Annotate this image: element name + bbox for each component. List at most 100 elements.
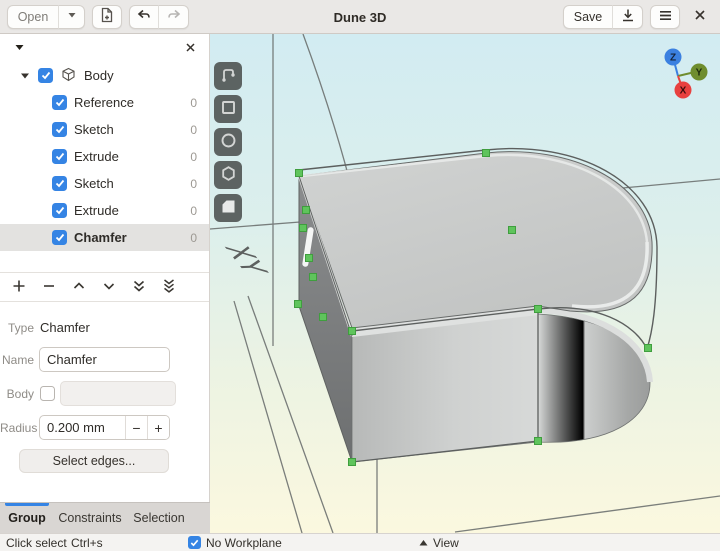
radius-decrement-button[interactable]: − [125, 416, 147, 439]
move-down-button[interactable] [94, 275, 124, 299]
vertex-handle[interactable] [349, 459, 356, 466]
vertex-handle[interactable] [320, 314, 327, 321]
visibility-checkbox[interactable] [52, 122, 67, 137]
circle-icon [219, 131, 238, 153]
workplane-label-xy[interactable]: XY [217, 242, 274, 278]
open-dropdown-button[interactable] [59, 5, 85, 29]
close-window-button[interactable] [687, 5, 713, 29]
vertex-handle[interactable] [349, 328, 356, 335]
view-menu-button[interactable]: View [419, 534, 459, 551]
visibility-checkbox[interactable] [52, 95, 67, 110]
expander-caret-icon[interactable] [20, 71, 30, 81]
tree-item-label: Chamfer [74, 230, 127, 245]
new-document-button[interactable] [92, 5, 122, 29]
bottom-tabbar: Group Constraints Selection [0, 502, 210, 533]
3d-viewport[interactable]: XY [210, 34, 720, 533]
orientation-gizmo[interactable]: Z Y X [665, 49, 708, 99]
undo-button[interactable] [129, 5, 159, 29]
tree-item-label: Sketch [74, 122, 114, 137]
tree-item-label: Reference [74, 95, 134, 110]
visibility-checkbox[interactable] [52, 149, 67, 164]
vertex-handle[interactable] [645, 345, 652, 352]
tree-row-reference[interactable]: Reference 0 [0, 89, 209, 116]
workspace-browser-panel: Body Reference 0 Sketch 0 Extrude 0 [0, 34, 210, 502]
visibility-checkbox[interactable] [38, 68, 53, 83]
open-button[interactable]: Open [7, 5, 59, 29]
workplane-checkbox[interactable] [188, 536, 201, 549]
tree-row-extrude[interactable]: Extrude 0 [0, 197, 209, 224]
draw-polygon-tool[interactable] [214, 161, 242, 189]
save-button[interactable]: Save [563, 5, 613, 29]
browser-header-row [0, 34, 209, 62]
draw-circle-tool[interactable] [214, 128, 242, 156]
move-up-button[interactable] [64, 275, 94, 299]
tab-selection[interactable]: Selection [126, 503, 192, 533]
chamfer-square-icon [219, 197, 238, 219]
axis-x-label: X [680, 86, 687, 97]
move-to-end-button[interactable] [124, 275, 154, 299]
vertex-handle[interactable] [300, 225, 307, 232]
draw-contour-tool[interactable] [214, 62, 242, 90]
selection-hint: Click select [6, 534, 67, 551]
chevron-down-icon [66, 9, 78, 24]
vertex-handle[interactable] [306, 255, 313, 262]
tree-row-sketch[interactable]: Sketch 0 [0, 170, 209, 197]
triple-chevron-down-icon [161, 278, 177, 297]
vertex-handle[interactable] [303, 207, 310, 214]
tree-item-label: Extrude [74, 149, 119, 164]
browser-collapse-button[interactable] [10, 36, 28, 60]
move-to-last-button[interactable] [154, 275, 184, 299]
radius-increment-button[interactable]: + [147, 416, 169, 439]
name-input[interactable] [39, 347, 170, 372]
visibility-checkbox[interactable] [52, 176, 67, 191]
chamfer-tool[interactable] [214, 194, 242, 222]
sketch-line[interactable] [210, 222, 300, 229]
draw-rectangle-tool[interactable] [214, 95, 242, 123]
add-group-button[interactable] [4, 275, 34, 299]
tree-item-count: 0 [190, 96, 197, 110]
vertex-handle[interactable] [509, 227, 516, 234]
tab-constraints[interactable]: Constraints [54, 503, 126, 533]
vertex-handle[interactable] [535, 306, 542, 313]
vertex-handle[interactable] [296, 170, 303, 177]
visibility-checkbox[interactable] [52, 203, 67, 218]
tree-row-chamfer-selected[interactable]: Chamfer 0 [0, 224, 209, 251]
solid-body[interactable] [299, 152, 652, 462]
workplane-toggle[interactable]: No Workplane [188, 534, 282, 551]
tab-label: Group [8, 511, 46, 525]
remove-group-button[interactable] [34, 275, 64, 299]
sketch-tool-palette [214, 62, 242, 222]
visibility-checkbox[interactable] [52, 230, 67, 245]
vertex-handle[interactable] [483, 150, 490, 157]
menu-button[interactable] [650, 5, 680, 29]
rectangle-icon [219, 98, 238, 120]
vertex-handle[interactable] [535, 438, 542, 445]
triangle-up-icon [419, 536, 428, 550]
tab-group[interactable]: Group [0, 503, 54, 533]
tree-row-body[interactable]: Body [0, 62, 209, 89]
tree-item-label: Body [84, 68, 114, 83]
redo-button[interactable] [159, 5, 189, 29]
plane-edge-line[interactable] [455, 496, 720, 532]
save-as-button[interactable] [613, 5, 643, 29]
body-front-face[interactable] [352, 314, 538, 462]
body-cube-icon [61, 67, 76, 85]
body-round-face[interactable] [538, 314, 650, 442]
select-edges-button[interactable]: Select edges... [19, 449, 169, 473]
undo-icon [136, 7, 152, 26]
browser-close-button[interactable] [181, 36, 199, 60]
chevron-up-icon [71, 278, 87, 297]
tree-item-count: 0 [190, 150, 197, 164]
body-checkbox[interactable] [40, 386, 55, 401]
tree-row-extrude[interactable]: Extrude 0 [0, 143, 209, 170]
dune3d-window: { "header": { "open_label": "Open", "tit… [0, 0, 720, 551]
vertex-handle[interactable] [295, 301, 302, 308]
radius-input[interactable] [40, 416, 125, 439]
radius-spinbutton: − + [39, 415, 170, 440]
tree-row-sketch[interactable]: Sketch 0 [0, 116, 209, 143]
group-toolbar [0, 272, 209, 302]
vertex-handle[interactable] [310, 274, 317, 281]
body-name-input[interactable] [60, 381, 176, 406]
close-icon [694, 9, 706, 24]
header-bar: Open [0, 0, 720, 34]
